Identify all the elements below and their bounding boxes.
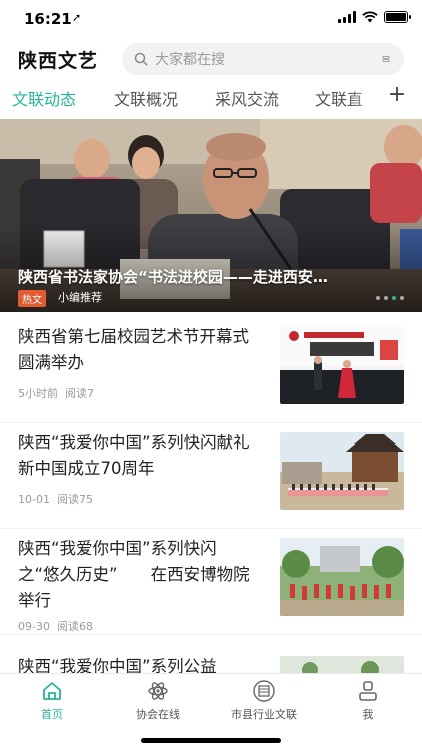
tab-caifeng-jiaoliu[interactable]: 采风交流	[215, 86, 279, 110]
news-item[interactable]: 陕西“我爱你中国”系列快闪献礼新中国成立70周年 10-01 阅读75	[0, 424, 422, 529]
tab-wenlian-gaikuang[interactable]: 文联概况	[114, 86, 178, 110]
news-reads: 阅读75	[56, 493, 93, 506]
news-title[interactable]: 陕西“我爱你中国”系列快闪之“悠久历史” 在西安博物院举行	[18, 536, 258, 614]
banner-carousel[interactable]: 陕西省书法家协会“书法进校园——走进西安… 热文 小编推荐	[0, 119, 422, 312]
atom-icon	[148, 682, 168, 700]
news-thumbnail[interactable]	[280, 432, 404, 510]
news-title[interactable]: 陕西“我爱你中国”系列快闪献礼新中国成立70周年	[18, 430, 258, 482]
news-thumbnail[interactable]	[280, 326, 404, 404]
nav-home[interactable]: 首页	[2, 680, 102, 722]
nav-me[interactable]: 我	[318, 680, 418, 722]
app-title: 陕西文艺	[18, 50, 99, 72]
nav-association-online[interactable]: 协会在线	[108, 680, 208, 722]
carousel-dots	[376, 296, 404, 300]
nav-label: 我	[362, 708, 374, 721]
home-indicator[interactable]	[141, 738, 281, 743]
add-tab-button[interactable]: +	[386, 82, 408, 107]
news-meta: 09-30 阅读68	[18, 618, 93, 634]
news-item[interactable]: 陕西“我爱你中国”系列公益	[0, 636, 422, 676]
carousel-dot	[376, 296, 380, 300]
news-item[interactable]: 陕西省第七届校园艺术节开幕式圆满举办 5小时前 阅读7	[0, 318, 422, 423]
wifi-icon	[362, 11, 378, 23]
banner-source: 小编推荐	[58, 291, 102, 304]
status-time: 16:21	[24, 10, 72, 28]
news-meta: 5小时前 阅读7	[18, 385, 94, 401]
app-header: 陕西文艺 大家都在搜	[0, 40, 422, 80]
category-tabs: 文联动态 文联概况 采风交流 文联直 +	[0, 82, 422, 116]
building-icon	[253, 680, 275, 702]
carousel-dot	[384, 296, 388, 300]
news-title[interactable]: 陕西省第七届校园艺术节开幕式圆满举办	[18, 324, 258, 376]
nav-city-county-federation[interactable]: 市县行业文联	[214, 680, 314, 722]
news-meta: 10-01 阅读75	[18, 491, 93, 507]
tab-wenlian-dongtai[interactable]: 文联动态	[12, 86, 76, 110]
status-indicators	[338, 11, 411, 23]
news-time: 09-30	[18, 620, 50, 633]
hot-badge: 热文	[18, 290, 46, 307]
carousel-dot	[400, 296, 404, 300]
battery-icon	[384, 11, 411, 23]
status-bar: 16:21 ➚	[0, 0, 422, 40]
scan-icon[interactable]	[370, 49, 390, 69]
search-placeholder: 大家都在搜	[155, 52, 225, 68]
search-icon	[134, 52, 148, 66]
carousel-dot-active	[392, 296, 396, 300]
nav-label: 首页	[41, 708, 63, 721]
news-reads: 阅读68	[56, 620, 93, 633]
home-icon	[43, 682, 61, 700]
news-thumbnail[interactable]	[280, 538, 404, 616]
search-bar[interactable]: 大家都在搜	[122, 43, 404, 75]
nav-label: 协会在线	[136, 708, 180, 721]
cellular-signal-icon	[338, 11, 356, 23]
banner-caption[interactable]: 陕西省书法家协会“书法进校园——走进西安…	[18, 266, 402, 287]
news-time: 5小时前	[18, 387, 58, 400]
nav-label: 市县行业文联	[231, 708, 297, 721]
news-time: 10-01	[18, 493, 50, 506]
news-reads: 阅读7	[65, 387, 94, 400]
location-arrow-icon: ➚	[72, 11, 82, 24]
news-item[interactable]: 陕西“我爱你中国”系列快闪之“悠久历史” 在西安博物院举行 09-30 阅读68	[0, 530, 422, 635]
user-icon	[359, 681, 377, 701]
